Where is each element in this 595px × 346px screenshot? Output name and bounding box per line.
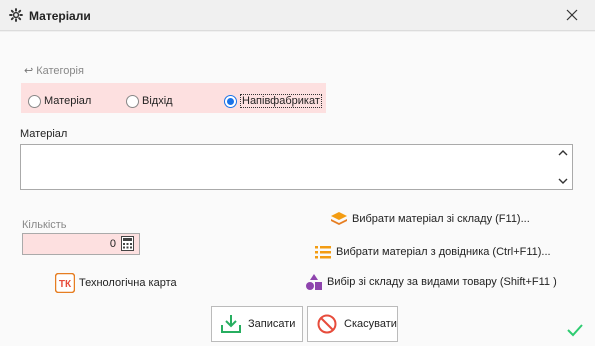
radio-label: Матеріал [44, 95, 92, 107]
tech-card-icon: ТК [55, 273, 75, 293]
title-bar: Матеріали [0, 0, 595, 31]
select-from-directory-link[interactable]: Вибрати матеріал з довідника (Ctrl+F11).… [314, 243, 551, 261]
select-by-product-types-label: Вибір зі складу за видами товару (Shift+… [327, 276, 557, 288]
undo-arrow-icon: ↩ [24, 65, 34, 77]
close-icon[interactable] [564, 7, 580, 23]
category-label: ↩ Категорія [24, 65, 84, 77]
material-field[interactable] [20, 144, 573, 190]
select-from-directory-label: Вибрати матеріал з довідника (Ctrl+F11).… [336, 246, 551, 258]
tech-card-label: Технологічна карта [79, 277, 177, 289]
select-by-product-types-link[interactable]: Вибір зі складу за видами товару (Shift+… [305, 273, 557, 291]
select-from-stock-link[interactable]: Вибрати матеріал зі складу (F11)... [330, 210, 530, 228]
radio-circle[interactable] [28, 94, 41, 108]
checkmark-icon [567, 324, 583, 337]
radio-circle[interactable] [224, 94, 237, 108]
save-label: Записати [248, 318, 296, 330]
window-title: Матеріали [29, 9, 91, 23]
radio-semifinished[interactable]: Напівфабрикат [224, 94, 322, 108]
chevron-up-icon[interactable] [557, 148, 569, 158]
radio-label: Напівфабрикат [240, 94, 322, 108]
download-tray-icon [221, 315, 241, 333]
radio-waste[interactable]: Відхід [126, 94, 173, 108]
select-from-stock-label: Вибрати матеріал зі складу (F11)... [352, 213, 530, 225]
material-label: Матеріал [20, 128, 68, 140]
shapes-icon [306, 274, 322, 290]
layers-icon [331, 212, 347, 225]
cancel-button[interactable]: Скасувати [307, 306, 398, 342]
quantity-label: Кількість [22, 219, 67, 231]
tech-card-link[interactable]: ТК Технологічна карта [55, 273, 177, 293]
list-icon [315, 246, 331, 259]
radio-material[interactable]: Матеріал [28, 94, 91, 108]
quantity-value: 0 [109, 238, 116, 250]
gear-icon [9, 8, 23, 22]
save-button[interactable]: Записати [211, 306, 303, 342]
cancel-label: Скасувати [344, 318, 397, 330]
radio-circle[interactable] [126, 94, 139, 108]
cancel-icon [317, 314, 337, 334]
calculator-icon[interactable] [121, 236, 134, 251]
tech-card-icon-text: ТК [59, 279, 72, 290]
chevron-down-icon[interactable] [557, 176, 569, 186]
radio-label: Відхід [142, 95, 173, 107]
